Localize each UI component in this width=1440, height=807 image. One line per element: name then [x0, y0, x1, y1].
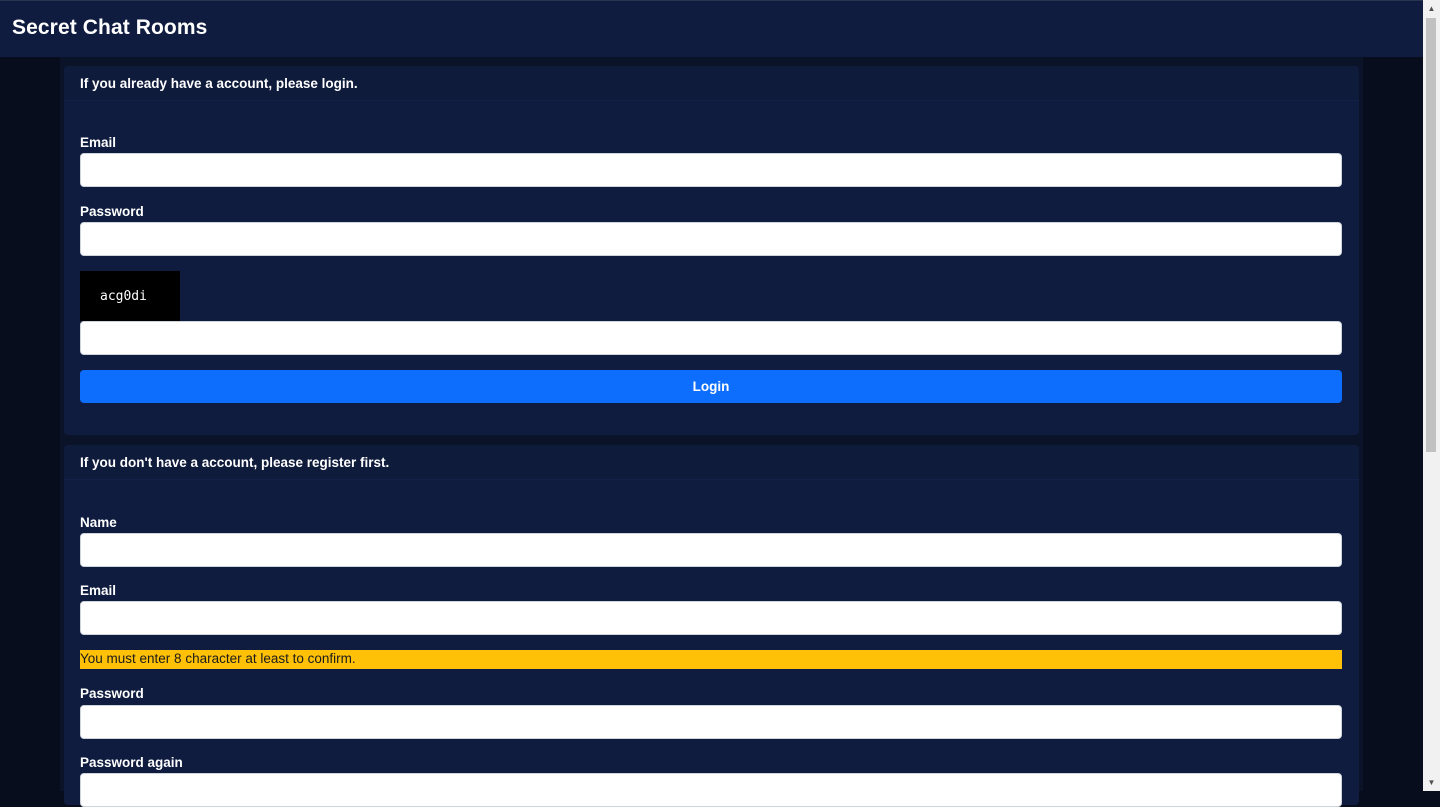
- captcha-code: acg0di: [100, 289, 147, 304]
- captcha-image: acg0di: [80, 271, 180, 321]
- login-password-input[interactable]: [80, 222, 1342, 256]
- register-password-again-label: Password again: [80, 755, 183, 770]
- register-password-label: Password: [80, 686, 144, 701]
- register-name-input[interactable]: [80, 533, 1342, 567]
- page-content: If you already have a account, please lo…: [0, 57, 1423, 807]
- login-card-header: If you already have a account, please lo…: [64, 66, 1359, 101]
- vertical-scrollbar[interactable]: ▲ ▼: [1423, 0, 1440, 791]
- login-password-label: Password: [80, 204, 144, 219]
- main-container: If you already have a account, please lo…: [60, 57, 1363, 807]
- navbar: Secret Chat Rooms: [0, 0, 1423, 57]
- scroll-down-icon[interactable]: ▼: [1423, 774, 1440, 791]
- login-card: If you already have a account, please lo…: [64, 66, 1359, 435]
- scroll-up-icon[interactable]: ▲: [1423, 0, 1440, 17]
- login-button[interactable]: Login: [80, 370, 1342, 403]
- register-password-input[interactable]: [80, 705, 1342, 739]
- register-card: If you don't have a account, please regi…: [64, 445, 1359, 807]
- register-password-again-input[interactable]: [80, 773, 1342, 807]
- password-length-warning: You must enter 8 character at least to c…: [80, 650, 1342, 669]
- register-card-header: If you don't have a account, please regi…: [64, 445, 1359, 480]
- scroll-thumb[interactable]: [1426, 18, 1436, 452]
- register-email-label: Email: [80, 583, 117, 598]
- register-name-label: Name: [80, 515, 117, 530]
- login-email-label: Email: [80, 135, 117, 150]
- captcha-input[interactable]: [80, 321, 1342, 355]
- brand-title[interactable]: Secret Chat Rooms: [12, 16, 207, 40]
- login-email-input[interactable]: [80, 153, 1342, 187]
- register-email-input[interactable]: [80, 601, 1342, 635]
